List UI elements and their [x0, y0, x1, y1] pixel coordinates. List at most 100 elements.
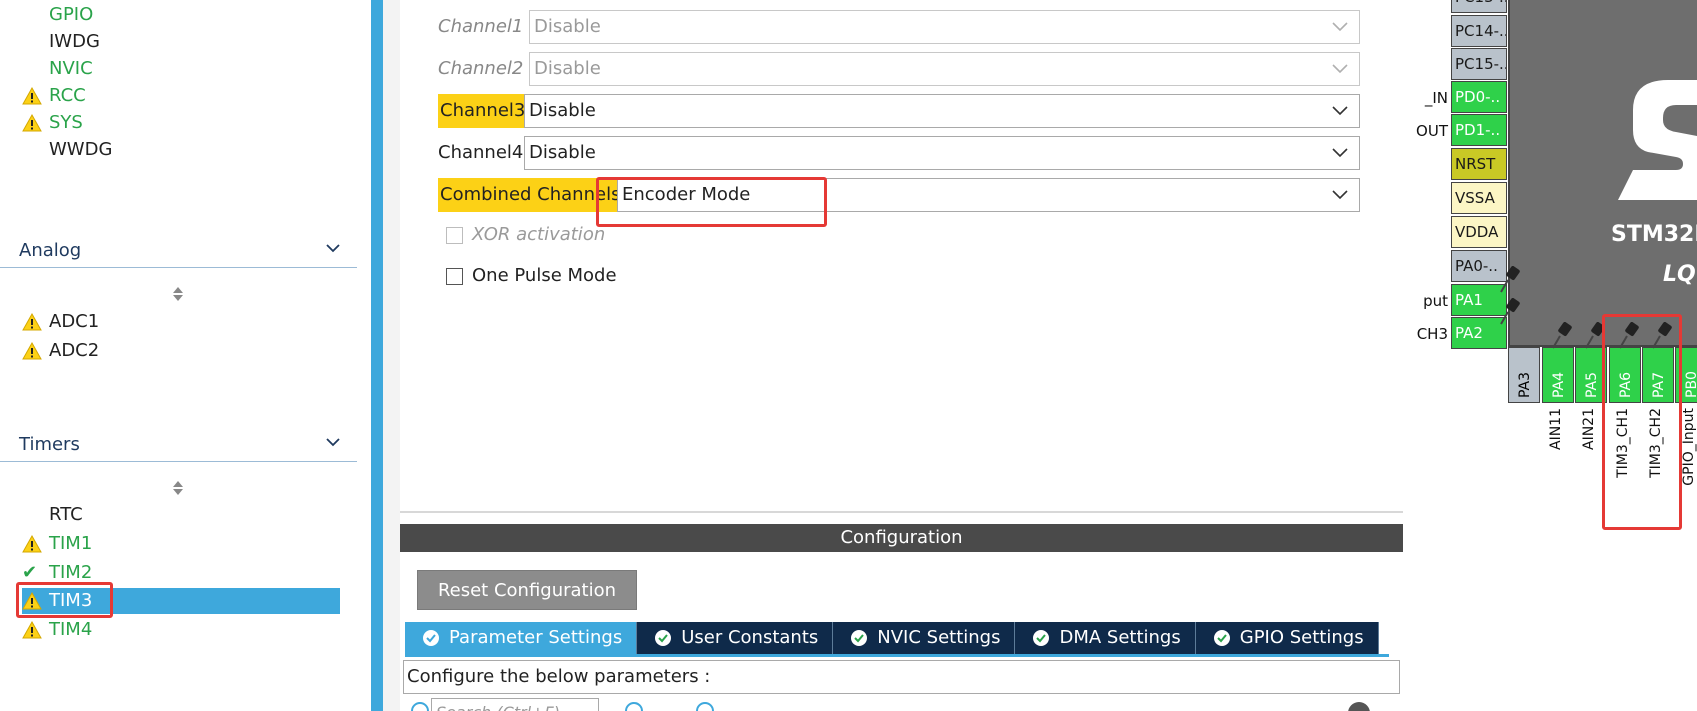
category-item-label: IWDG	[49, 31, 100, 52]
pin-pd0[interactable]: PD0-..	[1451, 81, 1507, 113]
pin-pa4[interactable]: PA4	[1542, 347, 1574, 403]
chevron-down-icon	[1332, 64, 1348, 74]
pin-signal-label: AIN11	[1548, 408, 1564, 450]
pin-pc13[interactable]: PC13-..	[1451, 0, 1507, 13]
category-item-iwdg[interactable]: IWDG	[22, 29, 340, 55]
warning-icon	[22, 313, 42, 331]
pushpin-icon	[1500, 298, 1520, 325]
tab-user-constants[interactable]: User Constants	[637, 622, 834, 654]
blank-icon	[22, 502, 49, 528]
tab-label: DMA Settings	[1059, 627, 1181, 648]
reset-configuration-button[interactable]: Reset Configuration	[417, 570, 637, 610]
warning-icon	[22, 114, 42, 132]
channel3-select[interactable]: Disable	[524, 94, 1360, 128]
category-item-rtc[interactable]: RTC	[22, 502, 340, 528]
radio-button[interactable]	[696, 702, 714, 711]
pushpin-icon	[1500, 266, 1520, 293]
tab-label: Parameter Settings	[449, 627, 623, 648]
tab-parameter-settings[interactable]: Parameter Settings	[405, 622, 638, 654]
check-circle-icon	[423, 630, 439, 646]
chevron-down-icon	[1332, 148, 1348, 158]
tab-label: GPIO Settings	[1239, 627, 1364, 648]
chip-name: STM32F	[1611, 222, 1697, 247]
pin-signal-label: _IN	[1424, 89, 1448, 107]
chevron-down-icon	[1332, 190, 1348, 200]
sort-icon[interactable]	[172, 286, 184, 302]
category-item-label: WWDG	[49, 139, 113, 160]
tab-label: User Constants	[681, 627, 819, 648]
warning-icon	[22, 535, 42, 553]
section-header-timers[interactable]: Timers	[0, 428, 357, 462]
pin-name: PA4	[1551, 371, 1567, 398]
tab-gpio-settings[interactable]: GPIO Settings	[1195, 622, 1379, 654]
blank-icon	[22, 56, 49, 82]
parameters-description: Configure the below parameters :	[403, 660, 1400, 694]
channel2-value: Disable	[534, 58, 601, 79]
warning-icon	[22, 342, 42, 360]
one-pulse-mode-checkbox[interactable]: One Pulse Mode	[446, 264, 617, 288]
category-item-adc2[interactable]: ADC2	[22, 338, 340, 364]
check-circle-icon	[1213, 630, 1230, 646]
category-item-label: NVIC	[49, 58, 93, 79]
tab-nvic-settings[interactable]: NVIC Settings	[833, 622, 1016, 654]
category-item-tim4[interactable]: TIM4	[22, 617, 340, 643]
check-circle-icon	[1033, 630, 1050, 646]
pin-pa3[interactable]: PA3	[1508, 347, 1540, 403]
tab-label: NVIC Settings	[877, 627, 1001, 648]
checkbox-box[interactable]	[446, 267, 463, 285]
category-item-label: ADC2	[49, 340, 100, 361]
channel3-label: Channel3	[438, 94, 528, 128]
channel2-label: Channel2	[438, 58, 524, 79]
tab-dma-settings[interactable]: DMA Settings	[1015, 622, 1196, 654]
section-title: Analog	[19, 240, 82, 261]
chevron-down-icon	[1332, 22, 1348, 32]
sort-icon[interactable]	[172, 480, 184, 496]
chevron-down-icon[interactable]	[325, 240, 341, 256]
pin-vdda[interactable]: VDDA	[1451, 216, 1507, 248]
category-item-label: RTC	[49, 504, 83, 525]
pin-signal-label: CH3	[1416, 325, 1448, 343]
search-input[interactable]: Search (Ctrl+F)	[431, 698, 599, 711]
channel4-select[interactable]: Disable	[524, 136, 1360, 170]
pin-name: PB0	[1684, 371, 1697, 398]
category-item-nvic[interactable]: NVIC	[22, 56, 340, 82]
pin-pc15[interactable]: PC15-..	[1451, 48, 1507, 80]
pin-pd1[interactable]: PD1-..	[1451, 114, 1507, 146]
pin-name: PA5	[1584, 371, 1600, 398]
panel-splitter[interactable]	[371, 0, 383, 711]
pin-signal-label: AIN21	[1581, 408, 1597, 450]
pin-vssa[interactable]: VSSA	[1451, 182, 1507, 214]
one-pulse-mode-label: One Pulse Mode	[472, 265, 617, 286]
channel3-value: Disable	[529, 100, 596, 121]
chevron-down-icon[interactable]	[325, 434, 341, 450]
pin-signal-label: GPIO_Input	[1681, 408, 1697, 486]
category-item-label: TIM4	[49, 619, 93, 640]
blank-icon	[22, 2, 49, 28]
blank-icon	[22, 137, 49, 163]
pushpin-icon	[1552, 322, 1572, 349]
pin-pc14[interactable]: PC14-..	[1451, 15, 1507, 47]
category-item-gpio[interactable]: GPIO	[22, 2, 340, 28]
category-item-sys[interactable]: SYS	[22, 110, 340, 136]
highlight-box	[1602, 314, 1682, 530]
category-item-tim1[interactable]: TIM1	[22, 531, 340, 557]
pin-signal-label: OUT	[1416, 122, 1448, 140]
channel1-value: Disable	[534, 16, 601, 37]
radio-button[interactable]	[411, 702, 429, 711]
check-circle-icon	[655, 630, 672, 646]
category-item-label: GPIO	[49, 4, 94, 25]
info-icon[interactable]	[1348, 702, 1370, 711]
category-item-label: RCC	[49, 85, 86, 106]
blank-icon	[22, 29, 49, 55]
channel2-select: Disable	[529, 52, 1360, 86]
section-header-analog[interactable]: Analog	[0, 234, 357, 268]
channel1-select: Disable	[529, 10, 1360, 44]
category-item-rcc[interactable]: RCC	[22, 83, 340, 109]
radio-button[interactable]	[625, 702, 643, 711]
config-tabs: Parameter Settings User Constants NVIC S…	[405, 622, 1379, 654]
configuration-header: Configuration	[400, 524, 1403, 552]
category-item-adc1[interactable]: ADC1	[22, 309, 340, 335]
pin-nrst[interactable]: NRST	[1451, 148, 1507, 180]
pin-name: PA3	[1517, 371, 1533, 398]
category-item-wwdg[interactable]: WWDG	[22, 137, 340, 163]
